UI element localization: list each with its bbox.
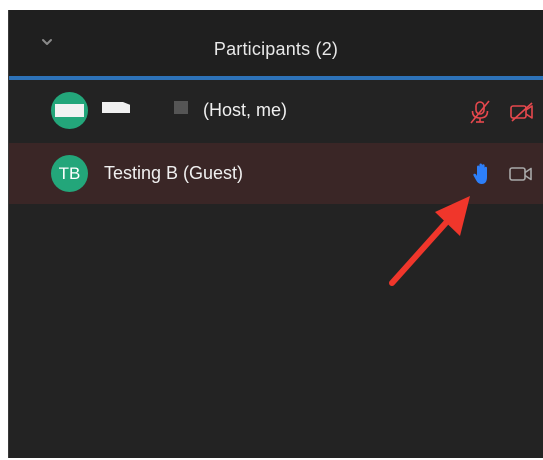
redacted-name-part (174, 101, 188, 114)
video-off-icon[interactable] (509, 102, 535, 122)
panel-header: Participants (2) (9, 10, 543, 76)
video-icon[interactable] (508, 165, 534, 183)
raised-hand-icon[interactable] (472, 162, 492, 186)
mic-muted-icon[interactable] (469, 100, 491, 124)
redacted-name (102, 102, 130, 113)
redacted-avatar-text (55, 104, 84, 117)
participant-name: (Host, me) (203, 100, 288, 120)
annotation-arrow (389, 196, 470, 286)
participant-name: Testing B (Guest) (104, 163, 244, 183)
avatar (51, 92, 88, 129)
avatar: TB (51, 155, 88, 192)
panel-title: Participants (2) (213, 39, 339, 59)
participant-row-host[interactable]: (Host, me) (9, 80, 543, 141)
